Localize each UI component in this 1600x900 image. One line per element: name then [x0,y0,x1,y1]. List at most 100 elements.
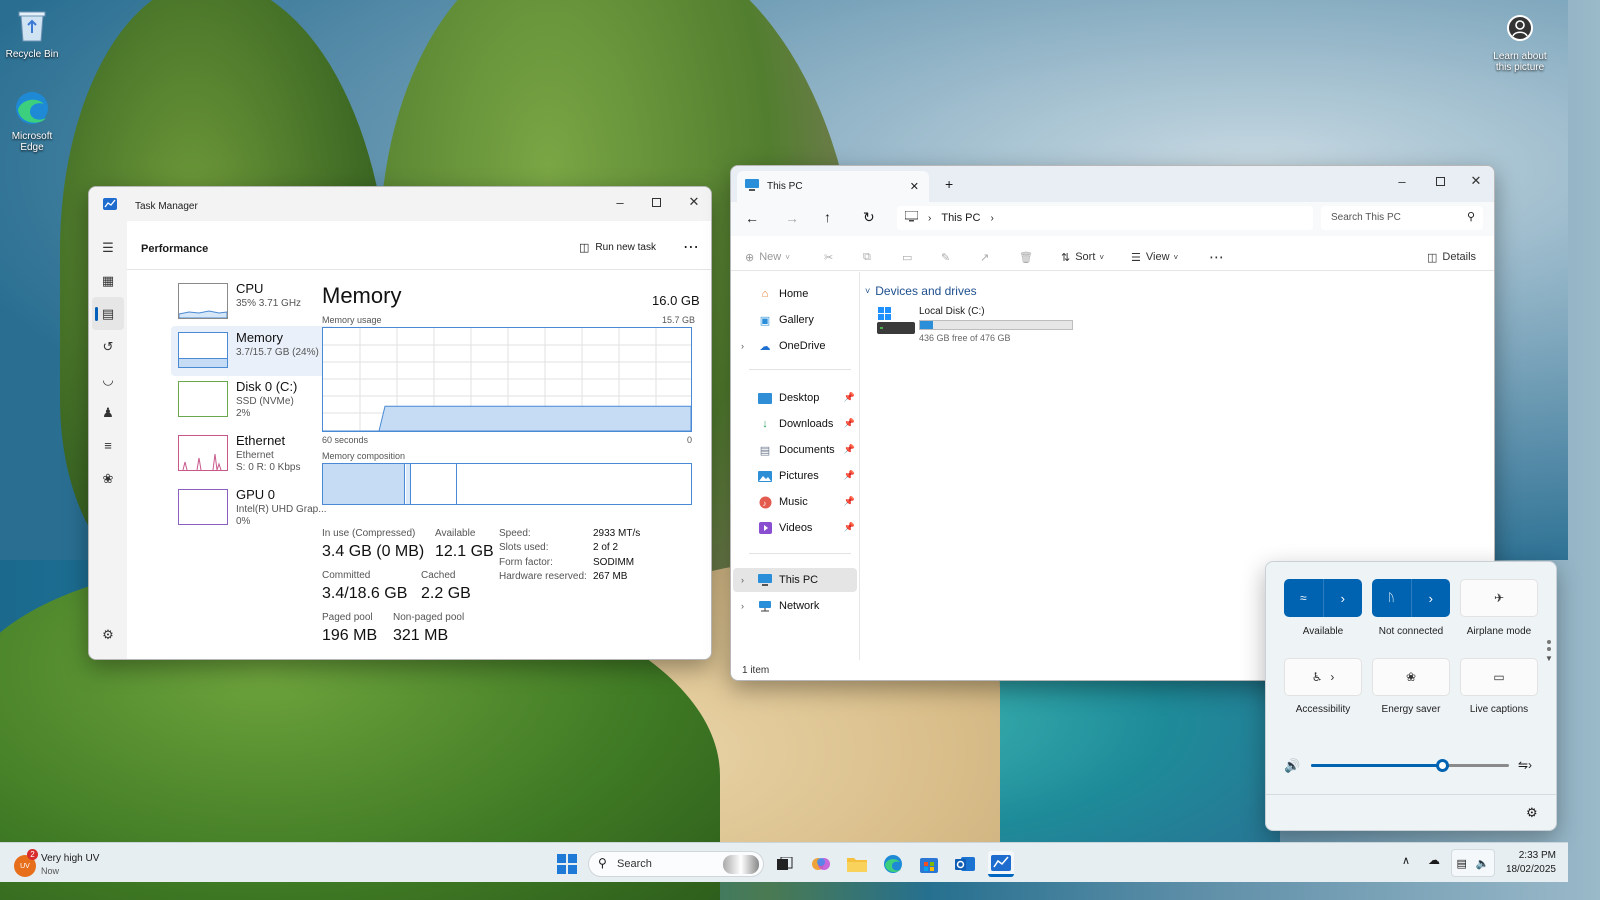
details-button[interactable]: ◫ Details [1427,243,1476,271]
nav-item-home[interactable]: ⌂ Home [731,282,859,306]
energy-saver-toggle[interactable]: ❀ [1372,658,1450,696]
settings-button[interactable]: ⚙ [89,618,127,651]
tab-this-pc[interactable]: This PC ✕ [737,171,929,202]
run-new-task-button[interactable]: ◫ Run new task [579,241,656,254]
nav-item-gallery[interactable]: ▣ Gallery [731,308,859,332]
delete-button[interactable]: 🗑 [1019,243,1033,271]
processes-tab[interactable]: ▦ [89,264,127,297]
perf-item-gpu[interactable]: GPU 0 Intel(R) UHD Grap... 0% [171,483,335,533]
all-settings-button[interactable]: ⚙ [1526,805,1538,821]
sort-button[interactable]: ⇅ Sort ˅ [1061,243,1104,271]
breadcrumb-this-pc[interactable]: This PC [941,212,980,224]
cut-button[interactable]: ✂ [824,243,833,271]
explorer-more-button[interactable]: ⋯ [1209,243,1224,271]
start-button[interactable] [554,851,580,877]
clock[interactable]: 2:33 PM 18/02/2025 [1500,850,1556,875]
expand-chevron-icon[interactable]: › [741,575,744,585]
new-button[interactable]: ⊕ New ˅ [745,243,790,271]
file-explorer-taskbar-button[interactable] [844,851,870,877]
volume-slider[interactable] [1311,759,1509,772]
bluetooth-toggle[interactable]: ᚢ › [1372,579,1450,617]
devices-drives-group-header[interactable]: ˅ Devices and drives [865,284,977,298]
page-indicator[interactable]: ▼ [1545,640,1553,663]
navigation-pane: ⌂ Home ▣ Gallery › ☁ OneDrive Desktop 📌 ↓ Down… [731,272,859,660]
bluetooth-expand-chevron-icon[interactable]: › [1412,579,1451,617]
forward-button[interactable]: → [785,210,799,226]
speaker-icon[interactable]: 🔊 [1284,758,1300,774]
taskbar-search-box[interactable]: ⚲ Search [588,851,764,877]
hardware-reserved-value: 267 MB [593,571,628,582]
accessibility-button[interactable]: ♿ › [1284,658,1362,696]
task-view-button[interactable] [772,851,798,877]
computer-icon [757,572,773,588]
nav-item-network[interactable]: › Network [731,594,859,618]
explorer-close-button[interactable]: ✕ [1457,166,1494,196]
perf-item-memory[interactable]: Memory 3.7/15.7 GB (24%) [171,326,335,376]
services-tab[interactable]: ❀ [89,462,127,495]
new-tab-button[interactable]: + [945,176,953,192]
startup-apps-tab[interactable]: ◡ [89,363,127,396]
nav-item-downloads[interactable]: ↓ Downloads 📌 [731,412,859,436]
copy-button[interactable]: ⧉ [863,243,871,271]
learn-about-picture-shortcut[interactable]: Learn about this picture [1488,8,1552,73]
nav-item-pictures[interactable]: Pictures 📌 [731,464,859,488]
minimize-button[interactable]: – [601,187,639,217]
airplane-mode-toggle[interactable]: ✈ [1460,579,1538,617]
volume-thumb[interactable] [1435,759,1449,772]
perf-item-disk[interactable]: Disk 0 (C:) SSD (NVMe) 2% [171,375,335,425]
share-button[interactable]: ↗ [980,243,989,271]
up-button[interactable]: ↑ [824,209,831,225]
edge-taskbar-button[interactable] [880,851,906,877]
wifi-toggle[interactable]: ≈ › [1284,579,1362,617]
outlook-taskbar-button[interactable] [952,851,978,877]
users-tab[interactable]: ♟ [89,396,127,429]
expand-chevron-icon[interactable]: › [741,601,744,611]
show-hidden-icons-button[interactable]: ∧ [1402,854,1410,867]
explorer-titlebar[interactable]: This PC ✕ + – ✕ [731,166,1494,202]
perf-item-ethernet[interactable]: Ethernet Ethernet S: 0 R: 0 Kbps [171,429,335,479]
wifi-expand-chevron-icon[interactable]: › [1324,579,1363,617]
expand-chevron-icon[interactable]: › [741,341,744,351]
perf-item-cpu[interactable]: CPU 35% 3.71 GHz [171,277,335,327]
back-button[interactable]: ← [745,210,759,226]
weather-widget[interactable]: UV 2 Very high UV Now [12,849,122,879]
gpu-label: GPU 0 [236,487,276,502]
app-history-tab[interactable]: ↺ [89,330,127,363]
nav-item-videos[interactable]: Videos 📌 [731,516,859,540]
onedrive-tray-button[interactable]: ☁ [1428,853,1440,867]
nav-item-music[interactable]: ♪ Music 📌 [731,490,859,514]
performance-tab[interactable]: ▤ [92,297,124,330]
breadcrumb-end-chevron-icon[interactable]: › [990,213,993,224]
copilot-button[interactable] [808,851,834,877]
page-dot [1546,647,1551,651]
store-taskbar-button[interactable] [916,851,942,877]
paste-button[interactable]: ▭ [902,243,912,271]
quick-settings-button[interactable]: ▤ 🔈 [1451,849,1495,877]
details-tab[interactable]: ≡ [89,429,127,462]
nav-item-this-pc[interactable]: › This PC [733,568,857,592]
nav-item-documents[interactable]: ▤ Documents 📌 [731,438,859,462]
pane-splitter[interactable] [859,272,860,660]
nav-item-desktop[interactable]: Desktop 📌 [731,386,859,410]
edge-shortcut[interactable]: Microsoft Edge [0,88,64,153]
search-box[interactable]: Search This PC ⚲ [1321,206,1483,230]
maximize-button[interactable] [637,187,675,217]
address-bar[interactable]: › This PC › [897,206,1313,230]
drive-item-local-disk[interactable]: Local Disk (C:) 436 GB free of 476 GB [875,304,1075,346]
explorer-minimize-button[interactable]: – [1383,166,1421,196]
recycle-bin-shortcut[interactable]: Recycle Bin [0,6,64,60]
minimize-icon: – [616,194,624,210]
view-button[interactable]: ☰ View ˅ [1131,243,1178,271]
task-manager-titlebar[interactable]: Task Manager – ✕ [89,187,711,221]
close-button[interactable]: ✕ [675,187,711,217]
audio-output-button[interactable]: ⇋› [1518,758,1532,772]
task-manager-taskbar-button[interactable] [988,851,1014,877]
tab-close-icon[interactable]: ✕ [910,180,919,193]
explorer-maximize-button[interactable] [1421,166,1459,196]
nav-item-onedrive[interactable]: › ☁ OneDrive [731,334,859,358]
more-options-button[interactable]: ⋯ [683,237,699,257]
refresh-button[interactable]: ↻ [863,209,875,226]
hamburger-menu-button[interactable]: ☰ [89,231,127,264]
live-captions-toggle[interactable]: ▭ [1460,658,1538,696]
rename-button[interactable]: ✎ [941,243,950,271]
